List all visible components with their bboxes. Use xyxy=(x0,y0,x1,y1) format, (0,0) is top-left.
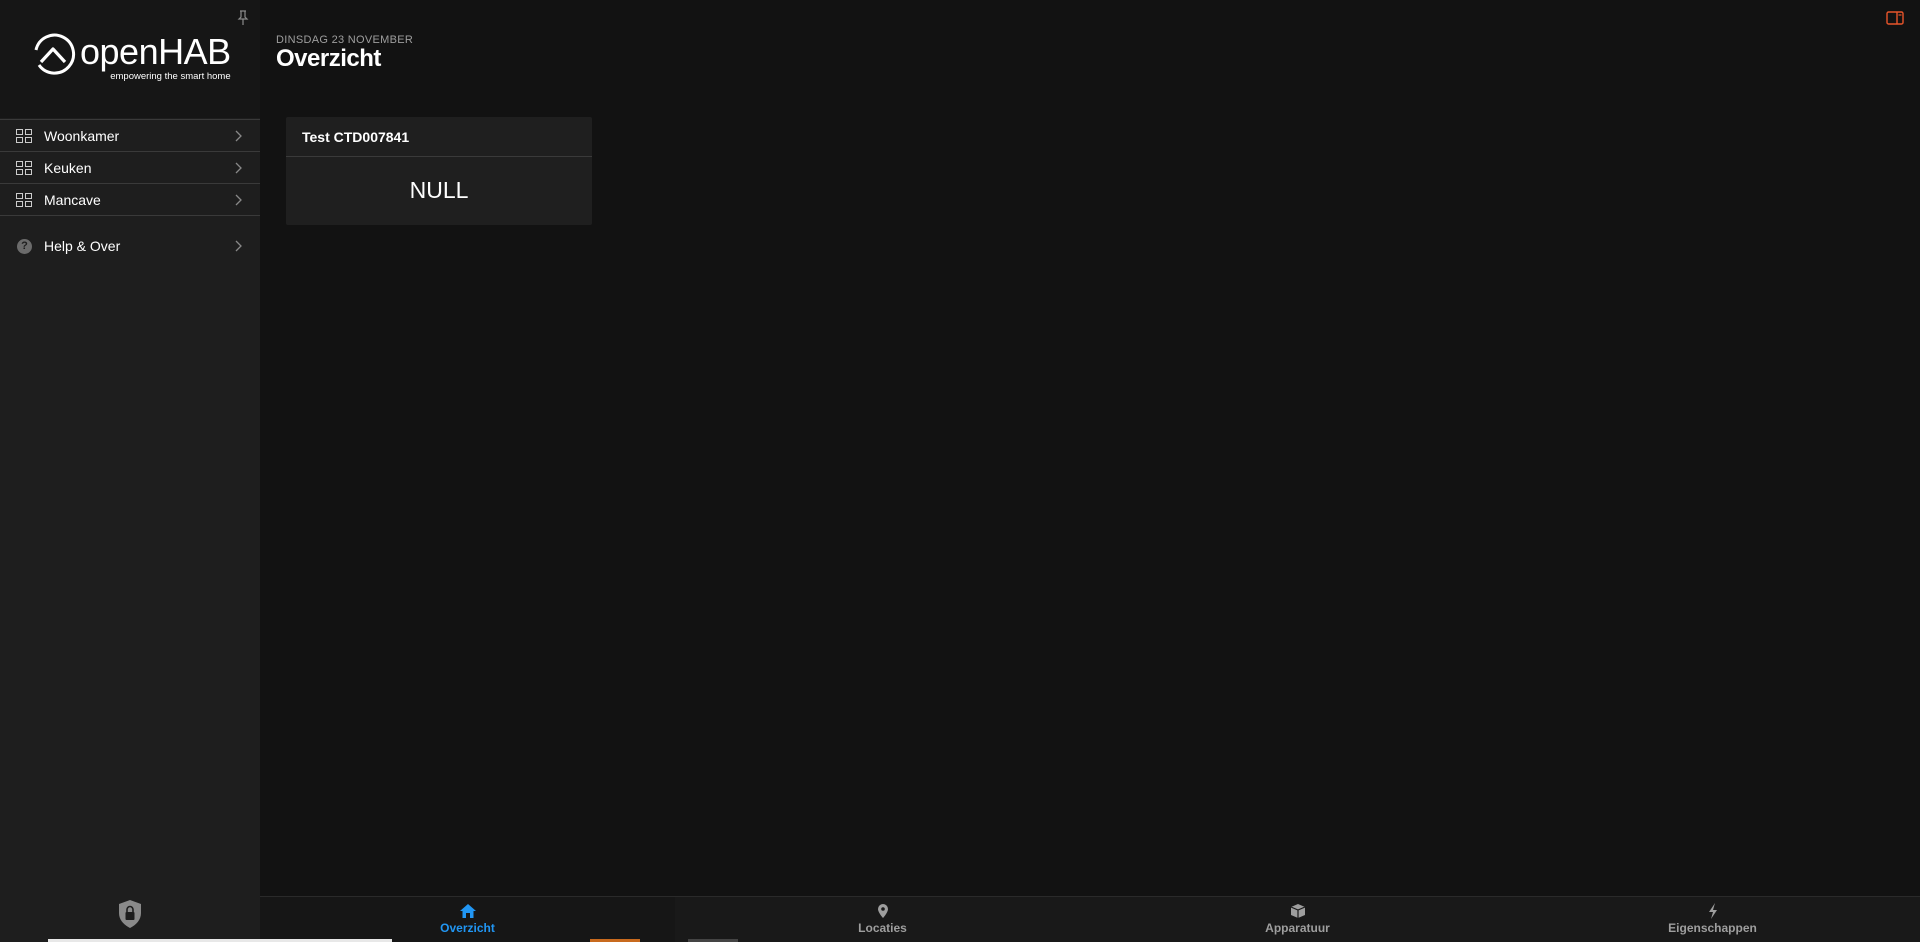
card-title: Test CTD007841 xyxy=(286,117,592,157)
grid-icon xyxy=(16,193,32,207)
sidebar-item-woonkamer[interactable]: Woonkamer xyxy=(0,120,260,152)
help-icon: ? xyxy=(17,239,32,254)
sidebar-item-keuken[interactable]: Keuken xyxy=(0,152,260,184)
openhab-logo-icon xyxy=(34,33,75,75)
lock-shield-icon[interactable] xyxy=(117,899,143,929)
tab-overzicht[interactable]: Overzicht xyxy=(260,897,675,942)
sidebar-item-mancave[interactable]: Mancave xyxy=(0,184,260,216)
tab-label: Locaties xyxy=(858,921,907,935)
chevron-right-icon xyxy=(235,130,242,142)
sidebar-item-help[interactable]: ? Help & Over xyxy=(0,230,260,262)
sidebar-item-label: Woonkamer xyxy=(44,127,120,144)
sidebar-nav: Woonkamer Keuken Mancave xyxy=(0,119,260,216)
location-pin-icon xyxy=(877,904,888,918)
bottom-tabbar: Overzicht Locaties Apparatuur Eigenschap… xyxy=(260,896,1920,942)
tab-label: Apparatuur xyxy=(1265,921,1330,935)
bolt-icon xyxy=(1708,903,1717,919)
tab-locaties[interactable]: Locaties xyxy=(675,897,1090,942)
tab-label: Eigenschappen xyxy=(1668,921,1757,935)
chevron-right-icon xyxy=(235,194,242,206)
sidebar-footer xyxy=(0,896,260,942)
sidebar: openHAB empowering the smart home Woonka… xyxy=(0,0,260,942)
home-icon xyxy=(459,904,476,918)
sidebar-item-label: Mancave xyxy=(44,191,101,208)
tab-label: Overzicht xyxy=(440,921,495,935)
logo-name: openHAB xyxy=(80,31,231,72)
chevron-right-icon xyxy=(235,240,242,252)
box-icon xyxy=(1290,904,1305,918)
sidebar-item-label: Help & Over xyxy=(44,238,121,254)
grid-icon xyxy=(16,129,32,143)
pin-icon[interactable] xyxy=(236,10,250,26)
logo-tagline: empowering the smart home xyxy=(110,71,231,82)
panel-toggle-icon[interactable] xyxy=(1886,11,1904,25)
sidebar-item-label: Keuken xyxy=(44,159,92,176)
openhab-logo[interactable]: openHAB empowering the smart home xyxy=(30,32,231,82)
item-card[interactable]: Test CTD007841 NULL xyxy=(286,117,592,225)
page-title: Overzicht xyxy=(276,45,381,72)
card-value: NULL xyxy=(409,177,469,203)
tab-eigenschappen[interactable]: Eigenschappen xyxy=(1505,897,1920,942)
tab-apparatuur[interactable]: Apparatuur xyxy=(1090,897,1505,942)
chevron-right-icon xyxy=(235,162,242,174)
app-root: openHAB empowering the smart home Woonka… xyxy=(0,0,1920,942)
grid-icon xyxy=(16,161,32,175)
sidebar-header: openHAB empowering the smart home xyxy=(0,0,260,118)
